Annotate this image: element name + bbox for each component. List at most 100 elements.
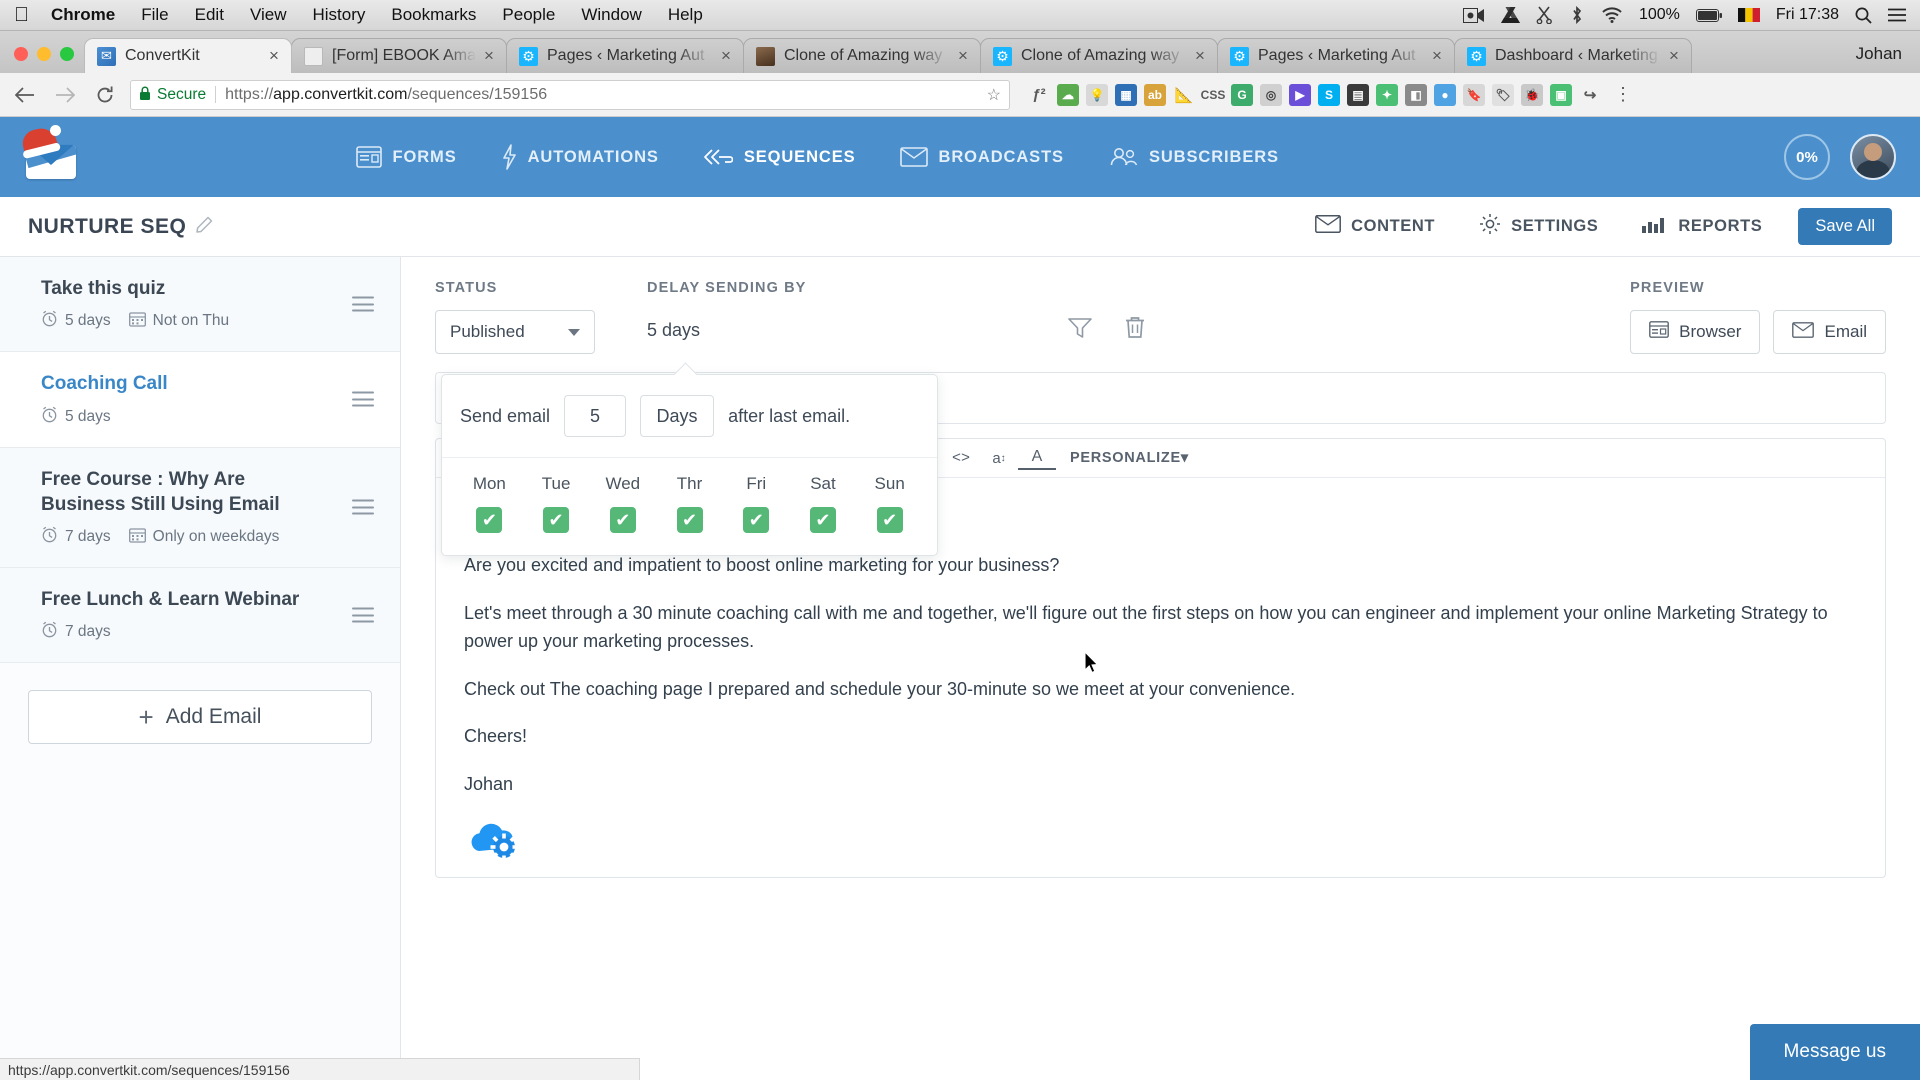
preview-email-button[interactable]: Email [1773, 310, 1886, 354]
screen-recording-icon[interactable] [1462, 7, 1485, 23]
menu-item-history[interactable]: History [312, 5, 365, 25]
film-icon[interactable]: ▤ [1347, 83, 1369, 106]
menu-item-chrome[interactable]: Chrome [51, 5, 115, 25]
back-arrow-icon[interactable] [10, 80, 40, 110]
personalize-dropdown[interactable]: PERSONALIZE▾ [1070, 450, 1189, 466]
day-checkbox-sun[interactable]: ✔ [876, 507, 903, 533]
control-center-icon[interactable] [1888, 8, 1906, 22]
avatar[interactable] [1850, 134, 1896, 180]
list-item[interactable]: Coaching Call 5 days [0, 352, 400, 448]
menu-item-file[interactable]: File [141, 5, 168, 25]
browser-tab[interactable]: Clone of Amazing way × [743, 38, 981, 73]
drag-handle-icon[interactable] [352, 499, 374, 515]
close-tab-icon[interactable]: × [954, 46, 972, 66]
menu-item-people[interactable]: People [502, 5, 555, 25]
menu-item-window[interactable]: Window [581, 5, 641, 25]
apple-logo-icon[interactable]:  [14, 5, 29, 25]
code-icon[interactable]: <> [942, 439, 980, 477]
bulb-icon[interactable]: 💡 [1086, 83, 1108, 106]
list-item[interactable]: Free Course : Why Are Business Still Usi… [0, 447, 400, 569]
day-checkbox-thr[interactable]: ✔ [676, 507, 703, 533]
day-checkbox-mon[interactable]: ✔ [476, 507, 503, 533]
tab-reports[interactable]: REPORTS [1620, 215, 1784, 238]
pencil-icon[interactable] [196, 216, 213, 238]
address-bar[interactable]: Secure https://app.convertkit.com/sequen… [130, 79, 1010, 110]
list-item[interactable]: Free Lunch & Learn Webinar 7 days [0, 568, 400, 664]
text-color-icon[interactable]: A [1018, 446, 1056, 470]
close-tab-icon[interactable]: × [717, 46, 735, 66]
delay-unit-select[interactable]: Days [640, 395, 715, 437]
menu-item-bookmarks[interactable]: Bookmarks [391, 5, 476, 25]
convertkit-santa-envelope-logo[interactable] [19, 125, 78, 181]
reload-icon[interactable] [90, 80, 120, 110]
close-tab-icon[interactable]: × [480, 46, 498, 66]
close-tab-icon[interactable]: × [1191, 46, 1209, 66]
browser-tab[interactable]: Pages ‹ Marketing Aut × [506, 38, 744, 73]
close-tab-icon[interactable]: × [1428, 46, 1446, 66]
nav-item-broadcasts[interactable]: BROADCASTS [878, 147, 1086, 167]
browser-tab[interactable]: ConvertKit × [84, 38, 292, 73]
bookmark-icon[interactable]: 🔖 [1463, 83, 1485, 106]
bug-icon[interactable]: 🐞 [1521, 83, 1543, 106]
menu-item-view[interactable]: View [250, 5, 287, 25]
scissors-icon[interactable] [1536, 6, 1553, 24]
nav-item-forms[interactable]: FORMS [334, 146, 479, 168]
chart-icon[interactable]: ▣ [1550, 83, 1572, 106]
f2-icon[interactable]: ƒ² [1028, 84, 1050, 106]
trash-icon[interactable] [1124, 316, 1146, 344]
menu-item-help[interactable]: Help [668, 5, 703, 25]
save-all-button[interactable]: Save All [1798, 208, 1892, 245]
progress-ring[interactable]: 0% [1784, 134, 1830, 180]
nav-item-sequences[interactable]: SEQUENCES [681, 147, 878, 167]
funnel-icon[interactable] [1068, 317, 1093, 344]
ruler-icon[interactable]: 📐 [1173, 84, 1195, 106]
drag-handle-icon[interactable] [352, 607, 374, 623]
browser-tab[interactable]: Clone of Amazing way × [980, 38, 1218, 73]
bluetooth-icon[interactable] [1569, 6, 1585, 24]
list-item[interactable]: Take this quiz 5 days Not on Thu [0, 257, 400, 353]
circle-icon[interactable]: ● [1434, 83, 1456, 106]
grammarly-icon[interactable]: G [1231, 83, 1253, 106]
belgium-flag-icon[interactable] [1737, 8, 1760, 22]
wifi-icon[interactable] [1601, 7, 1623, 23]
status-select[interactable]: Published [435, 310, 595, 354]
maximize-window-button[interactable] [60, 47, 74, 61]
forward-arrow-icon[interactable] [50, 80, 80, 110]
star-icon[interactable]: ☆ [987, 85, 1001, 105]
day-checkbox-fri[interactable]: ✔ [743, 507, 770, 533]
drag-handle-icon[interactable] [352, 296, 374, 312]
close-tab-icon[interactable]: × [265, 46, 283, 66]
abc-icon[interactable]: ab [1144, 83, 1166, 106]
cloud-icon[interactable]: ☁ [1057, 83, 1079, 106]
nav-item-subscribers[interactable]: SUBSCRIBERS [1086, 147, 1301, 167]
close-window-button[interactable] [14, 47, 28, 61]
browser-tab[interactable]: [Form] EBOOK Amazin × [291, 38, 507, 73]
tag-icon[interactable]: 🏷 [1492, 83, 1514, 106]
delay-value[interactable]: 5 days [647, 310, 806, 341]
drag-handle-icon[interactable] [352, 391, 374, 407]
skype-icon[interactable]: S [1318, 83, 1340, 106]
menu-item-edit[interactable]: Edit [195, 5, 224, 25]
grid-icon[interactable]: ▦ [1115, 83, 1137, 106]
target-icon[interactable]: ◎ [1260, 83, 1282, 106]
preview-browser-button[interactable]: Browser [1630, 310, 1761, 354]
text-size-icon[interactable]: a ↕ [980, 439, 1018, 477]
browser-tab[interactable]: Pages ‹ Marketing Aut × [1217, 38, 1455, 73]
delay-amount-input[interactable]: 5 [564, 395, 627, 437]
add-email-button[interactable]: + Add Email [28, 690, 372, 745]
message-us-button[interactable]: Message us [1749, 1024, 1920, 1080]
search-icon[interactable] [1855, 7, 1872, 24]
google-drive-icon[interactable] [1500, 6, 1520, 24]
tab-content[interactable]: CONTENT [1293, 215, 1457, 238]
shield-icon[interactable]: ◧ [1405, 83, 1427, 106]
share-icon[interactable]: ↪ [1579, 84, 1601, 106]
nav-item-automations[interactable]: AUTOMATIONS [479, 144, 681, 170]
close-tab-icon[interactable]: × [1665, 46, 1683, 66]
minimize-window-button[interactable] [37, 47, 51, 61]
profile-name-label[interactable]: Johan [1856, 44, 1920, 73]
day-checkbox-sat[interactable]: ✔ [809, 507, 836, 533]
compass-icon[interactable]: ✦ [1376, 83, 1398, 106]
css-icon[interactable]: CSS [1201, 84, 1226, 106]
kebab-menu-icon[interactable]: ⋮ [1614, 84, 1632, 105]
day-checkbox-tue[interactable]: ✔ [543, 507, 570, 533]
